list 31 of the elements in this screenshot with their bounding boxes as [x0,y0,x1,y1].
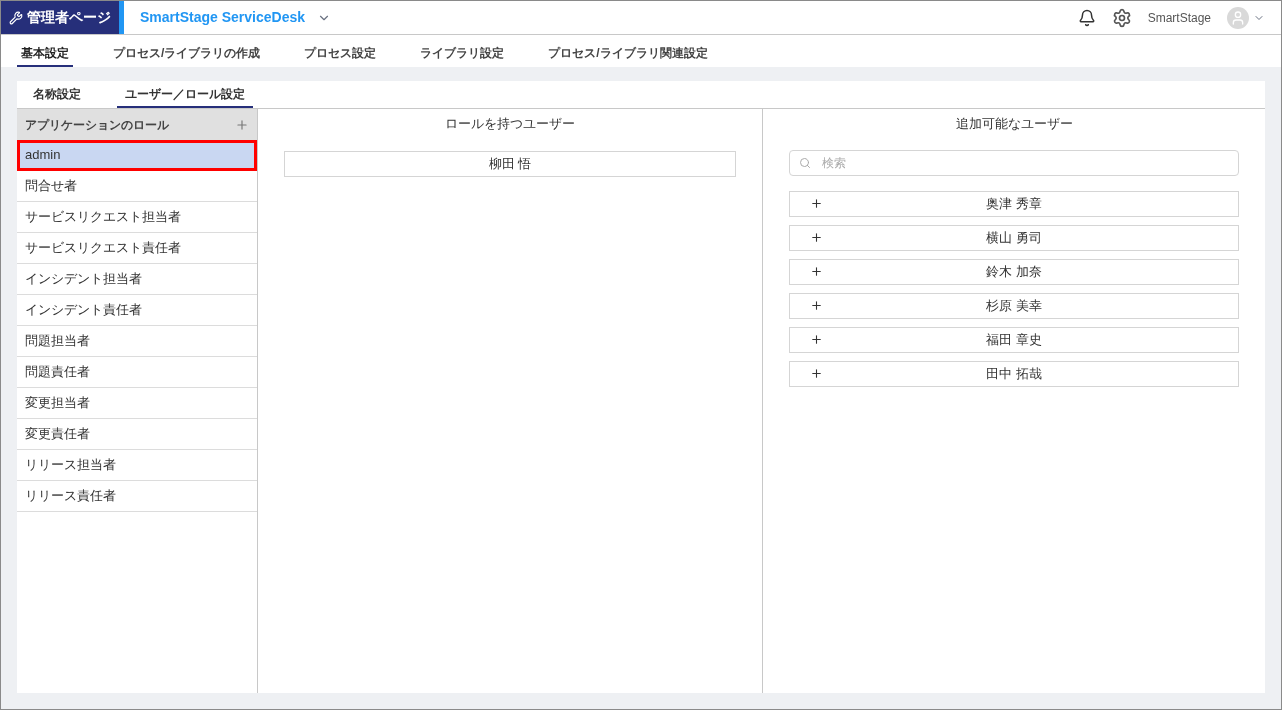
roles-title: アプリケーションのロール [25,116,169,134]
user-name: 鈴木 加奈 [986,262,1042,281]
column-title: 追加可能なユーザー [955,115,1073,133]
add-icon[interactable] [810,231,823,244]
add-icon[interactable] [810,299,823,312]
sub-tab[interactable]: 名称設定 [25,85,89,108]
add-icon[interactable] [810,197,823,210]
notification-icon[interactable] [1077,8,1096,27]
user-name: 田中 拓哉 [986,364,1042,383]
role-item[interactable]: admin [17,140,257,171]
user-name[interactable]: SmartStage [1147,8,1211,27]
main-tab[interactable]: 基本設定 [17,44,73,67]
avatar-icon [1227,6,1249,29]
add-icon[interactable] [810,265,823,278]
user-name: 福田 章史 [986,330,1042,349]
user-name: 杉原 美幸 [986,296,1042,315]
add-icon[interactable] [810,333,823,346]
column-title: ロールを持つユーザー [445,115,575,133]
main-tab[interactable]: プロセス/ライブラリの作成 [109,44,265,67]
user-name: 横山 勇司 [986,228,1042,247]
user-name: 奥津 秀章 [986,194,1042,213]
search-icon [799,156,811,169]
wrench-icon [9,10,23,25]
search-field[interactable]: 検索 [789,149,1239,176]
settings-icon[interactable] [1111,7,1132,28]
add-icon[interactable] [810,367,823,380]
main-tab[interactable]: ライブラリ設定 [416,44,509,67]
main-tab[interactable]: プロセス/ライブラリ関連設定 [544,44,712,67]
main-tab[interactable]: プロセス設定 [300,44,381,67]
badge-label: 管理者ページ [27,8,111,27]
user-row[interactable]: 柳田 悟 [284,150,736,177]
